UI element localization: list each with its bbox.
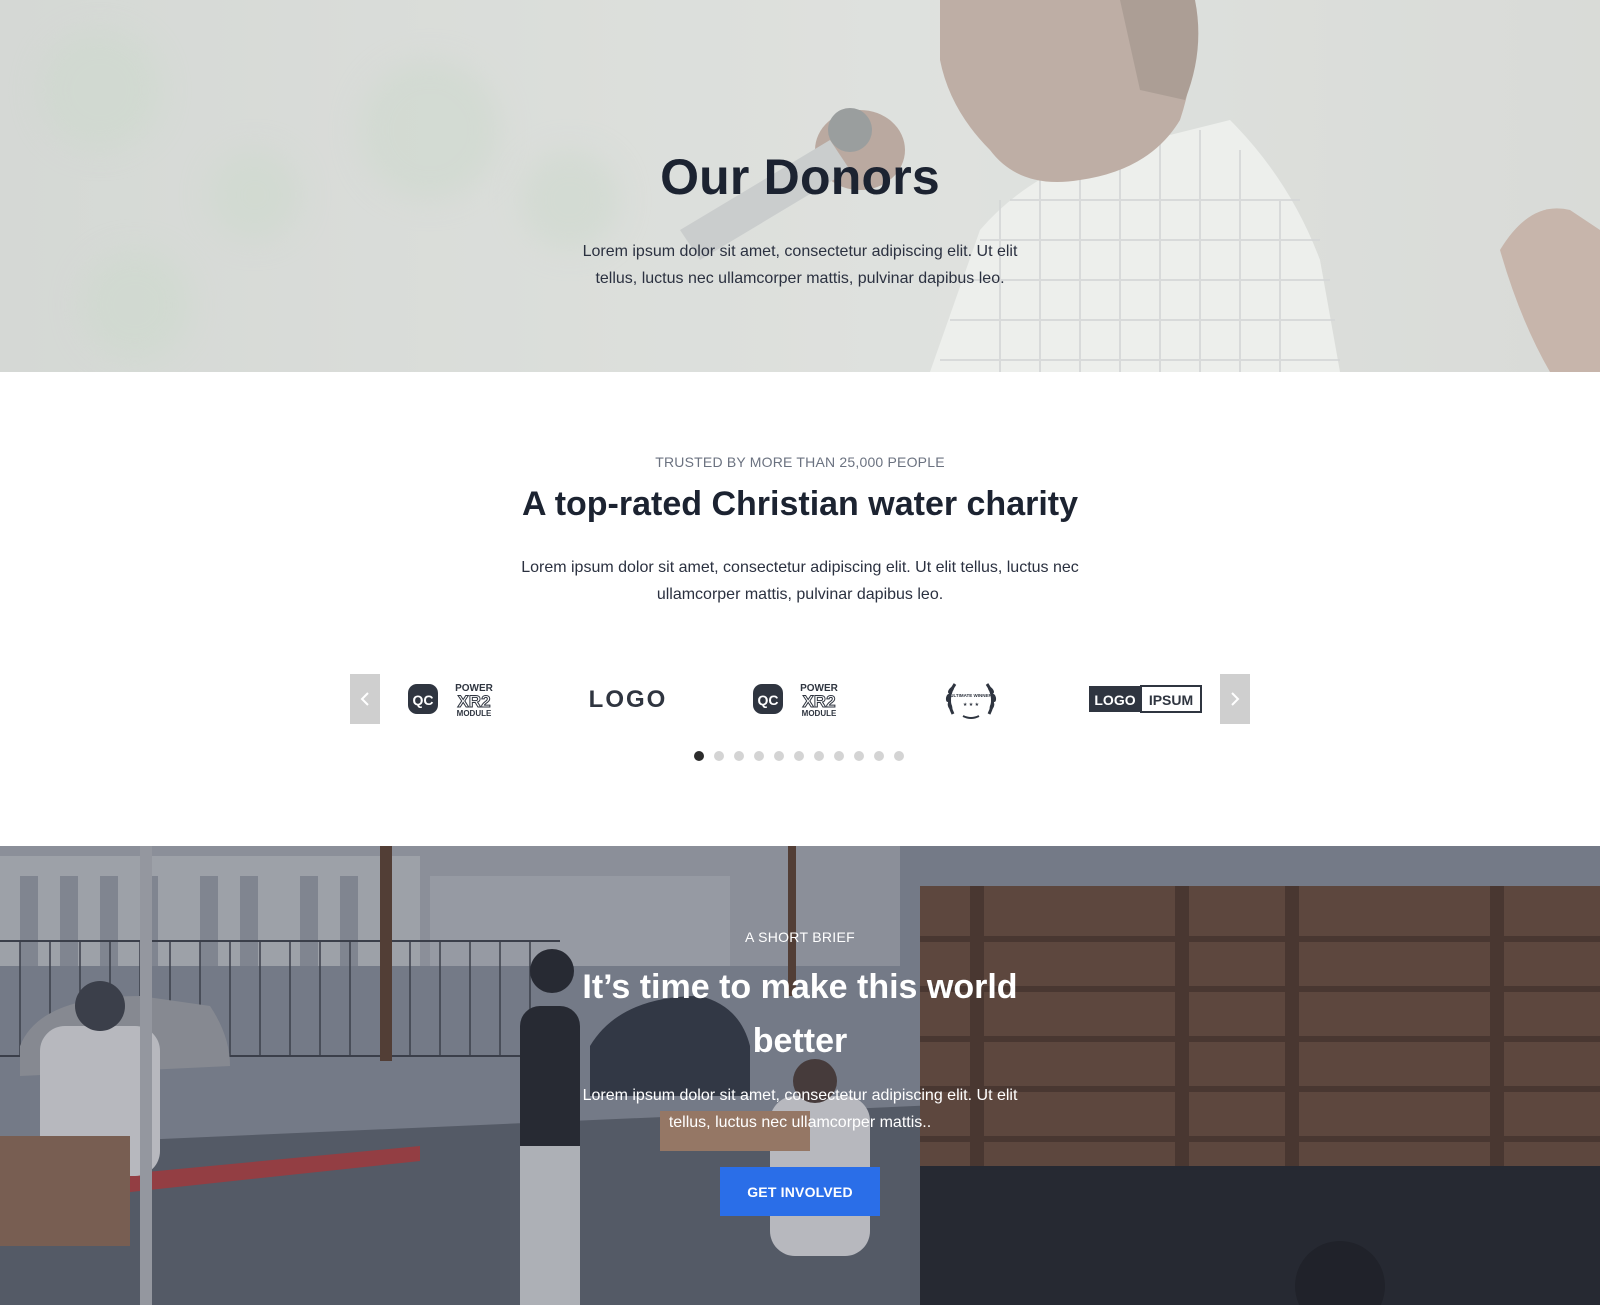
carousel-dot[interactable] [854,751,864,761]
carousel-pagination [694,751,904,761]
laurel-award-logo: ULTIMATE WINNER ★ ★ ★ [945,683,997,719]
carousel-logo: QC POWER XR2 MODULE [406,677,506,721]
hero-section: Our Donors Lorem ipsum dolor sit amet, c… [0,0,1600,372]
hero-description: Lorem ipsum dolor sit amet, consectetur … [582,243,1018,287]
logo-text: LOGO [1094,692,1135,708]
page-title: Our Donors [660,149,940,205]
cta-description: Lorem ipsum dolor sit amet, consectetur … [582,1087,1018,1131]
carousel-logo: LOGO IPSUM [1088,677,1202,721]
logo-badge-text: QC [758,692,779,708]
call-to-action-section: A SHORT BRIEF It’s time to make this wor… [0,846,1600,1305]
cta-overlay [0,846,1600,1305]
carousel-dot[interactable] [814,751,824,761]
svg-text:★ ★ ★: ★ ★ ★ [963,702,980,708]
carousel-dot[interactable] [734,751,744,761]
cta-title: It’s time to make this world better [582,968,1018,1060]
carousel-dot[interactable] [894,751,904,761]
carousel-logo: ULTIMATE WINNER ★ ★ ★ [941,677,1001,721]
logo-line: MODULE [802,709,837,718]
logo-line: MODULE [457,709,492,718]
carousel-dot[interactable] [754,751,764,761]
carousel-dot[interactable] [694,751,704,761]
trusted-by-section: TRUSTED BY MORE THAN 25,000 PEOPLE A top… [0,372,1600,846]
chevron-left-icon [360,692,369,706]
carousel-prev-button[interactable] [350,674,380,724]
logo-wordmark: LOGO [589,686,668,713]
qc-power-xr2-module-logo: QC POWER XR2 MODULE [753,683,839,718]
carousel-dot[interactable] [834,751,844,761]
cta-eyebrow: A SHORT BRIEF [745,929,855,945]
section-title: A top-rated Christian water charity [521,485,1079,523]
chevron-right-icon [1231,692,1240,706]
logo-text: LOGO [589,686,668,713]
section-description: Lorem ipsum dolor sit amet, consectetur … [521,559,1079,603]
logo-ipsum-wordmark: LOGO IPSUM [1089,685,1202,713]
carousel-dot[interactable] [874,751,884,761]
carousel-dot[interactable] [774,751,784,761]
carousel-next-button[interactable] [1220,674,1250,724]
section-eyebrow: TRUSTED BY MORE THAN 25,000 PEOPLE [655,454,945,470]
logo-text: IPSUM [1149,692,1193,708]
carousel-dot[interactable] [714,751,724,761]
logo-badge-text: QC [413,692,434,708]
get-involved-button[interactable]: GET INVOLVED [720,1167,880,1216]
carousel-dot[interactable] [794,751,804,761]
qc-power-xr2-module-logo: QC POWER XR2 MODULE [408,683,494,718]
carousel-logo: QC POWER XR2 MODULE [751,677,851,721]
carousel-logo: LOGO [580,677,676,721]
logo-text: ULTIMATE WINNER [950,693,992,698]
